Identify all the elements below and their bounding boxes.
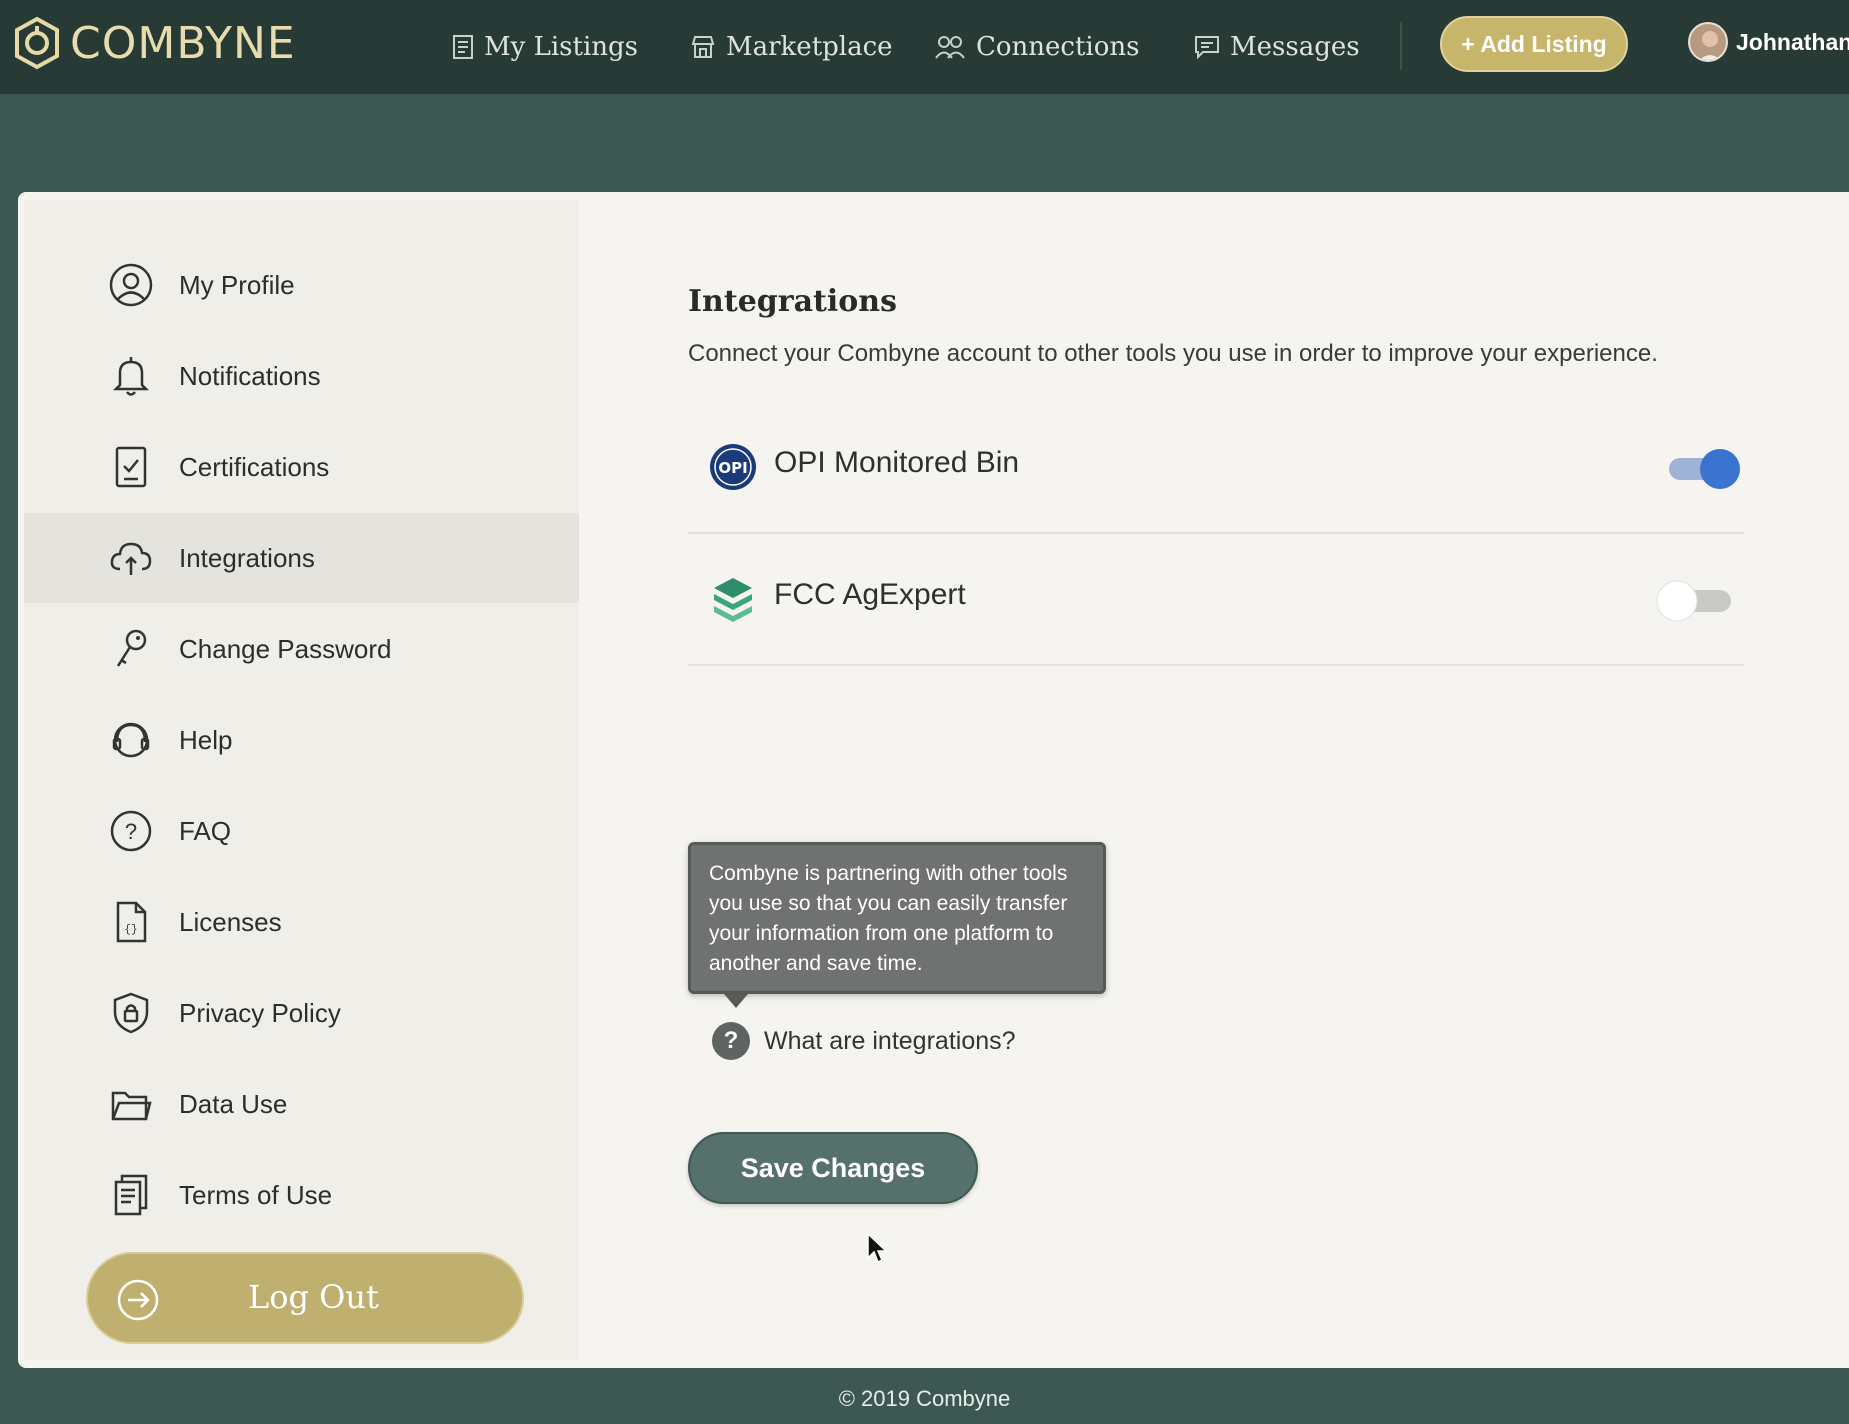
certificate-icon [115,446,147,488]
nav-label: Connections [976,32,1140,62]
listings-icon [453,35,473,59]
sidebar-item-terms-of-use[interactable]: Terms of Use [24,1150,579,1240]
people-icon [935,36,965,59]
sidebar-item-my-profile[interactable]: My Profile [24,240,579,330]
sidebar-item-label: Licenses [179,906,282,937]
user-name: Johnathan [1736,28,1849,55]
question-circle-icon: ? [110,810,152,852]
integration-name: FCC AgExpert [774,578,966,611]
nav-connections[interactable]: Connections [934,0,1140,94]
integrations-tooltip: Combyne is partnering with other tools y… [688,842,1106,994]
bell-icon [112,357,150,396]
user-circle-icon [109,263,153,307]
tooltip-arrow [724,994,748,1008]
code-file-icon: {} [116,901,147,943]
sidebar-item-help[interactable]: Help [24,695,579,785]
top-navigation-bar: COMBYNE My Listings Marketplace Connecti… [0,0,1849,94]
sidebar-item-certifications[interactable]: Certifications [24,422,579,512]
combyne-hex-icon [15,16,59,70]
integration-row-fcc: FCC AgExpert [688,534,1744,666]
svg-text:?: ? [125,819,137,844]
footer-copyright: © 2019 Combyne [838,1386,1011,1411]
integration-row-opi: OPI OPI Monitored Bin [688,402,1744,534]
avatar [1688,22,1728,62]
sidebar-item-label: Integrations [179,542,315,573]
sidebar-item-label: Certifications [179,451,330,482]
settings-sidebar: My Profile Notifications Certifications … [24,200,579,1360]
shield-lock-icon [113,992,149,1034]
mouse-cursor-icon [867,1232,888,1264]
nav-marketplace[interactable]: Marketplace [690,0,893,94]
agexpert-logo-icon [714,578,752,622]
sidebar-item-label: FAQ [179,815,232,846]
sidebar-item-label: Change Password [179,633,392,664]
opi-logo-text: OPI [718,459,747,477]
sidebar-item-privacy-policy[interactable]: Privacy Policy [24,968,579,1058]
documents-icon [114,1174,148,1216]
help-link-label: What are integrations? [764,1026,1016,1055]
logout-label: Log Out [248,1278,379,1316]
nav-divider [1400,22,1402,70]
logout-button[interactable]: Log Out [86,1252,524,1344]
svg-text:{}: {} [124,924,137,936]
user-menu[interactable]: Johnathan [1688,22,1849,62]
sidebar-item-faq[interactable]: ? FAQ [24,786,579,876]
add-listing-button[interactable]: + Add Listing [1440,16,1628,72]
what-are-integrations-link[interactable]: ? What are integrations? [712,1022,1016,1060]
opi-toggle-on[interactable] [1665,444,1745,492]
logout-icon [117,1279,159,1321]
key-icon [116,629,147,667]
integration-name: OPI Monitored Bin [774,446,1020,479]
folder-icon [111,1091,152,1121]
sidebar-item-label: Terms of Use [179,1179,333,1210]
sidebar-item-data-use[interactable]: Data Use [24,1059,579,1149]
nav-label: Messages [1230,32,1360,62]
page-subtitle: Connect your Combyne account to other to… [688,340,1658,367]
fcc-toggle-off[interactable] [1655,576,1735,624]
nav-label: Marketplace [726,32,893,62]
settings-card: My Profile Notifications Certifications … [18,192,1849,1368]
nav-messages[interactable]: Messages [1194,0,1360,94]
help-question-icon: ? [712,1022,750,1060]
combyne-logo[interactable]: COMBYNE [14,16,296,70]
storefront-icon [691,36,715,58]
nav-label: My Listings [484,32,638,62]
brand-name: COMBYNE [70,17,296,69]
opi-logo-icon: OPI [710,444,756,490]
sidebar-item-label: My Profile [179,269,295,300]
sidebar-item-licenses[interactable]: {} Licenses [24,877,579,967]
nav-my-listings[interactable]: My Listings [452,0,638,94]
cloud-sync-icon [110,542,152,575]
page-title: Integrations [688,284,897,319]
sidebar-item-label: Privacy Policy [179,997,341,1028]
chat-icon [1195,36,1219,59]
sidebar-item-integrations[interactable]: Integrations [24,513,579,603]
sidebar-item-notifications[interactable]: Notifications [24,331,579,421]
sidebar-item-change-password[interactable]: Change Password [24,604,579,694]
sidebar-item-label: Help [179,724,233,755]
sidebar-item-label: Notifications [179,360,321,391]
sidebar-item-label: Data Use [179,1088,288,1119]
save-changes-button[interactable]: Save Changes [688,1132,978,1204]
headset-icon [112,722,150,758]
